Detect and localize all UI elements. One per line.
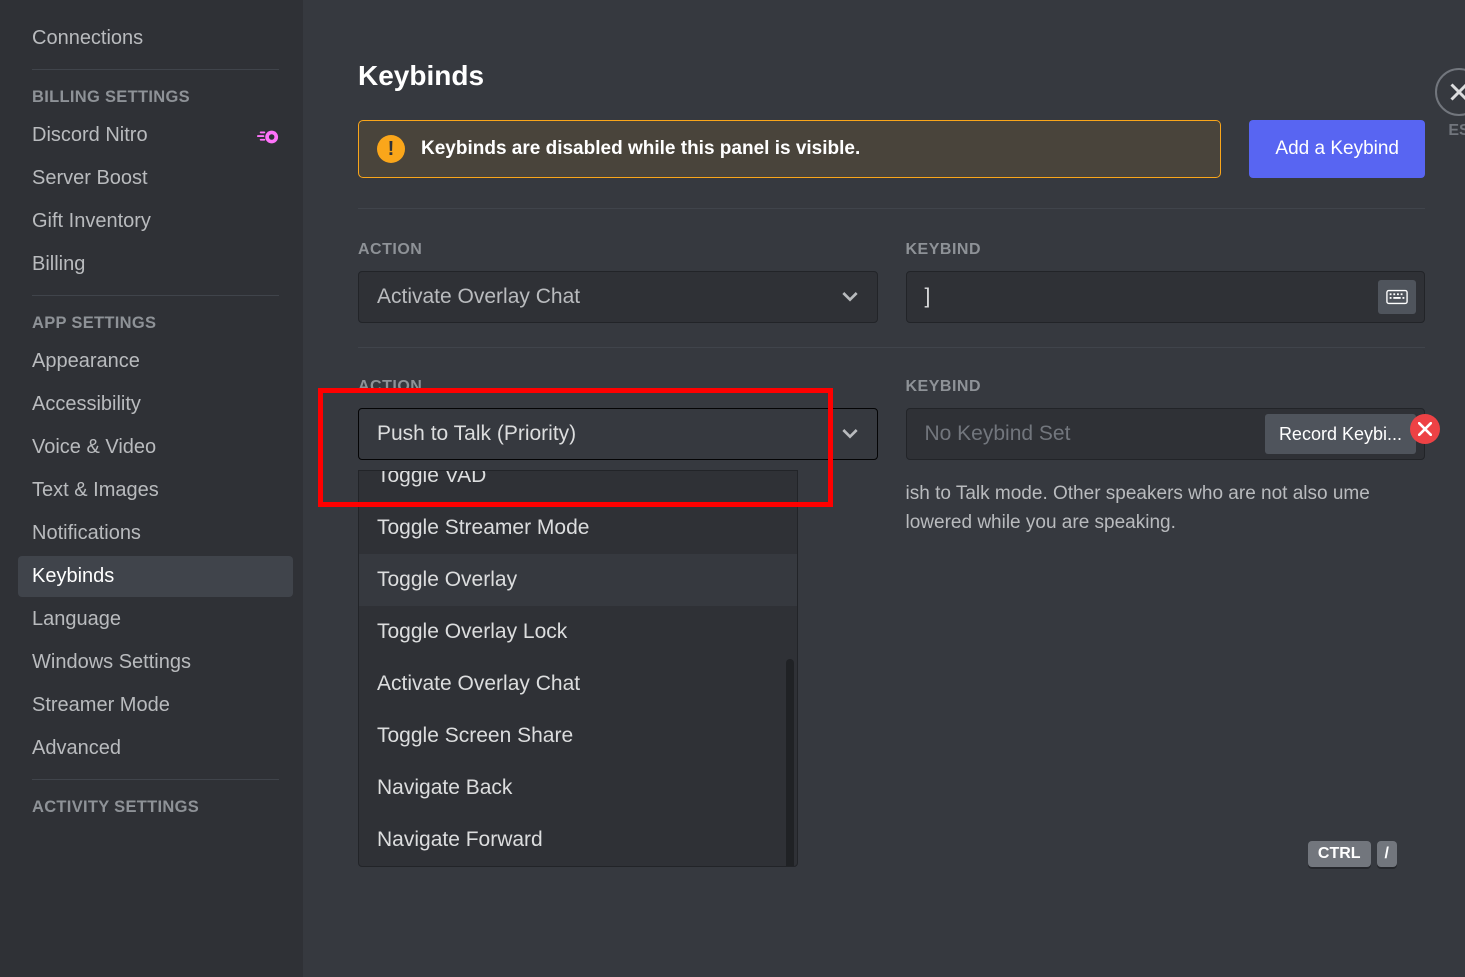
- sidebar-item-appearance[interactable]: Appearance: [18, 341, 293, 382]
- sidebar-item-label: Voice & Video: [32, 436, 156, 459]
- close-icon: [1418, 422, 1432, 436]
- sidebar-item-gift-inventory[interactable]: Gift Inventory: [18, 201, 293, 242]
- key-slash: /: [1377, 841, 1397, 867]
- sidebar-item-streamer-mode[interactable]: Streamer Mode: [18, 685, 293, 726]
- action-select-open[interactable]: Push to Talk (Priority): [358, 408, 878, 460]
- sidebar-item-label: Notifications: [32, 522, 141, 545]
- warning-icon: !: [377, 135, 405, 163]
- keybind-row: ACTION Push to Talk (Priority) Toggle VA…: [358, 378, 1425, 537]
- sidebar-section-app: APP SETTINGS: [18, 306, 293, 339]
- row-divider: [358, 347, 1425, 348]
- record-keybind-button[interactable]: Record Keybi...: [1265, 414, 1416, 454]
- action-label: ACTION: [358, 241, 878, 259]
- sidebar-item-discord-nitro[interactable]: Discord Nitro: [18, 115, 293, 156]
- sidebar-item-billing[interactable]: Billing: [18, 244, 293, 285]
- scrollbar[interactable]: [786, 659, 794, 867]
- sidebar-item-label: Billing: [32, 253, 85, 276]
- dropdown-option[interactable]: Toggle Overlay Lock: [359, 606, 797, 658]
- sidebar-divider: [32, 69, 279, 70]
- sidebar-item-keybinds[interactable]: Keybinds: [18, 556, 293, 597]
- keybind-row: ACTION Activate Overlay Chat KEYBIND ]: [358, 241, 1425, 323]
- keybind-value: ]: [925, 285, 931, 309]
- keybind-description: ish to Talk mode. Other speakers who are…: [906, 480, 1426, 537]
- chevron-down-icon: [841, 425, 859, 443]
- sidebar-item-notifications[interactable]: Notifications: [18, 513, 293, 554]
- close-settings: ES: [1435, 68, 1465, 140]
- delete-keybind-button[interactable]: [1410, 414, 1440, 444]
- dropdown-option[interactable]: Navigate Forward: [359, 814, 797, 866]
- nitro-icon: [257, 128, 279, 144]
- sidebar-section-billing: BILLING SETTINGS: [18, 80, 293, 113]
- sidebar-item-connections[interactable]: Connections: [18, 18, 293, 59]
- sidebar-item-label: Accessibility: [32, 393, 141, 416]
- warning-text: Keybinds are disabled while this panel i…: [421, 138, 860, 160]
- add-keybind-button[interactable]: Add a Keybind: [1249, 120, 1425, 178]
- sidebar-item-server-boost[interactable]: Server Boost: [18, 158, 293, 199]
- action-select-value: Push to Talk (Priority): [377, 422, 576, 446]
- sidebar-item-label: Appearance: [32, 350, 140, 373]
- action-select[interactable]: Activate Overlay Chat: [358, 271, 878, 323]
- esc-label: ES: [1448, 122, 1465, 140]
- sidebar-item-label: Keybinds: [32, 565, 114, 588]
- sidebar-item-language[interactable]: Language: [18, 599, 293, 640]
- dropdown-option[interactable]: Toggle VAD: [359, 470, 797, 502]
- sidebar-item-accessibility[interactable]: Accessibility: [18, 384, 293, 425]
- sidebar-item-label: Discord Nitro: [32, 124, 148, 147]
- dropdown-option[interactable]: Toggle Screen Share: [359, 710, 797, 762]
- close-icon: [1450, 83, 1465, 101]
- sidebar-item-text-images[interactable]: Text & Images: [18, 470, 293, 511]
- sidebar-item-label: Server Boost: [32, 167, 148, 190]
- dropdown-option[interactable]: Activate Overlay Chat: [359, 658, 797, 710]
- sidebar-section-activity: ACTIVITY SETTINGS: [18, 790, 293, 823]
- sidebar-item-label: Advanced: [32, 737, 121, 760]
- settings-sidebar: Connections BILLING SETTINGS Discord Nit…: [0, 0, 303, 977]
- sidebar-item-label: Language: [32, 608, 121, 631]
- edit-keybind-button[interactable]: [1378, 280, 1416, 314]
- sidebar-item-label: Connections: [32, 27, 143, 50]
- sidebar-item-label: Text & Images: [32, 479, 159, 502]
- key-ctrl: CTRL: [1308, 841, 1371, 867]
- action-select-value: Activate Overlay Chat: [377, 285, 580, 309]
- warning-banner: ! Keybinds are disabled while this panel…: [358, 120, 1221, 178]
- keybind-placeholder: No Keybind Set: [925, 422, 1071, 446]
- keybind-label: KEYBIND: [906, 241, 1426, 259]
- sidebar-item-voice-video[interactable]: Voice & Video: [18, 427, 293, 468]
- sidebar-divider: [32, 295, 279, 296]
- close-button[interactable]: [1435, 68, 1465, 116]
- sidebar-item-label: Windows Settings: [32, 651, 191, 674]
- shortcut-hint: CTRL /: [1308, 841, 1397, 867]
- action-label: ACTION: [358, 378, 878, 396]
- dropdown-option[interactable]: Navigate Back: [359, 762, 797, 814]
- sidebar-item-label: Gift Inventory: [32, 210, 151, 233]
- page-title: Keybinds: [358, 60, 1425, 92]
- dropdown-option[interactable]: Toggle Overlay: [359, 554, 797, 606]
- sidebar-item-label: Streamer Mode: [32, 694, 170, 717]
- sidebar-item-advanced[interactable]: Advanced: [18, 728, 293, 769]
- dropdown-option[interactable]: Toggle Streamer Mode: [359, 502, 797, 554]
- chevron-down-icon: [841, 288, 859, 306]
- main-content: Keybinds ! Keybinds are disabled while t…: [303, 0, 1465, 977]
- sidebar-item-windows-settings[interactable]: Windows Settings: [18, 642, 293, 683]
- action-dropdown: Toggle VAD Toggle Streamer Mode Toggle O…: [358, 470, 798, 867]
- keyboard-icon: [1386, 289, 1408, 305]
- sidebar-divider: [32, 779, 279, 780]
- keybind-label: KEYBIND: [906, 378, 1426, 396]
- keybind-input[interactable]: ]: [906, 271, 1426, 323]
- keybind-input[interactable]: No Keybind Set Record Keybi...: [906, 408, 1426, 460]
